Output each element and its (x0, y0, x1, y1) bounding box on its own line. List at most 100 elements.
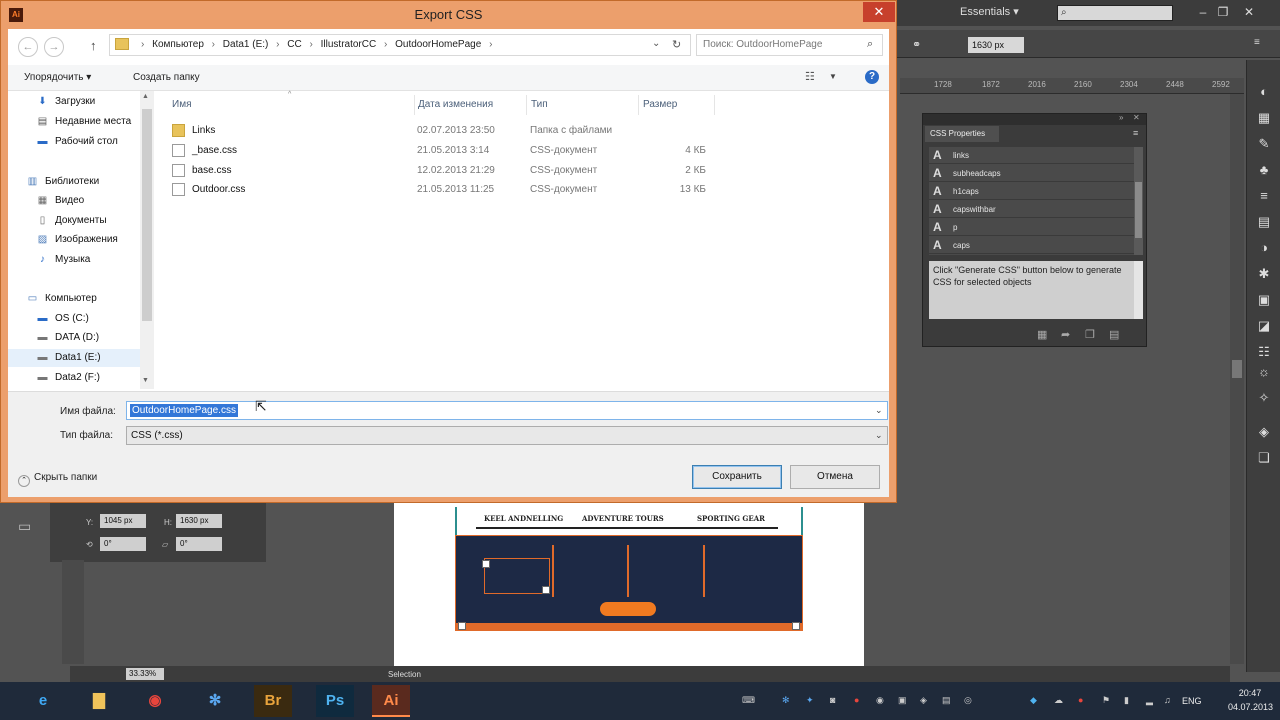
internet-explorer-icon[interactable]: e (24, 685, 62, 717)
search-input[interactable]: Поиск: OutdoorHomePage ⌕ (696, 34, 883, 56)
css-preview-scrollbar[interactable] (1134, 261, 1143, 319)
panel-header[interactable]: » ✕ (923, 113, 1146, 125)
sidebar-item-computer[interactable]: ▭ Компьютер (8, 290, 154, 308)
snowflake-app-icon[interactable]: ✻ (196, 685, 234, 717)
width-field[interactable]: 1630 px (968, 37, 1024, 53)
pathfinder-icon[interactable]: ◪ (1256, 318, 1272, 334)
canvas-scroll-thumb[interactable] (1232, 360, 1242, 378)
copy-icon[interactable]: ❐ (1085, 328, 1095, 341)
chrome-icon[interactable]: ◉ (136, 685, 174, 717)
bridge-icon[interactable]: Br (254, 685, 292, 717)
filename-input[interactable]: OutdoorHomePage.css ⌄ (126, 401, 888, 420)
forward-icon[interactable]: → (44, 37, 64, 57)
clock-date[interactable]: 04.07.2013 (1228, 702, 1273, 712)
graphic-styles-icon[interactable]: ▣ (1256, 292, 1272, 308)
export-icon[interactable]: ➦ (1061, 328, 1070, 341)
file-row[interactable]: base.css 12.02.2013 21:29 CSS-документ 2… (172, 161, 732, 180)
back-icon[interactable]: ← (18, 37, 38, 57)
y-field[interactable]: 1045 px (100, 514, 146, 528)
sidebar-item-documents[interactable]: ▯ Документы (8, 212, 154, 230)
help-icon[interactable]: ? (865, 70, 879, 84)
panel-menu-icon[interactable]: ≡ (1254, 37, 1260, 48)
css-style-item[interactable]: Ah1caps (929, 183, 1134, 200)
breadcrumb-separator[interactable]: › (271, 39, 284, 50)
file-row[interactable]: Outdoor.css 21.05.2013 11:25 CSS-докумен… (172, 180, 732, 199)
dropbox-icon[interactable]: ◆ (1030, 695, 1037, 706)
tray-app-icon[interactable]: ◎ (964, 695, 972, 706)
symbols-icon[interactable]: ♣ (1256, 162, 1272, 178)
link-icon[interactable]: ⚭ (912, 38, 921, 51)
chevron-down-icon[interactable]: ▼ (829, 72, 837, 81)
keyboard-icon[interactable]: ⌨ (742, 695, 755, 706)
search-icon[interactable]: ⌕ (867, 38, 873, 51)
workspace-switcher[interactable]: Essentials ▾ (960, 5, 1019, 18)
generate-css-icon[interactable]: ▦ (1037, 328, 1047, 341)
sidebar-item-drive-e[interactable]: ▬ Data1 (E:) (8, 349, 154, 367)
column-divider[interactable] (526, 95, 527, 115)
selection-handle[interactable] (482, 560, 490, 568)
sidebar-item-video[interactable]: ▦ Видео (8, 192, 154, 210)
breadcrumb-item[interactable]: Компьютер (152, 39, 204, 50)
flag-icon[interactable]: ⚑ (1102, 695, 1110, 706)
shear-field[interactable]: 0° (176, 537, 222, 551)
navigation-scroll-thumb[interactable] (142, 109, 152, 321)
breadcrumb-item[interactable]: IllustratorCC (321, 39, 377, 50)
color-icon[interactable]: ◐ (1256, 84, 1272, 100)
transparency-icon[interactable]: ◑ (1256, 240, 1272, 256)
collapse-icon[interactable]: » (1119, 113, 1123, 122)
close-icon[interactable]: ✕ (1133, 113, 1140, 122)
breadcrumb-item[interactable]: CC (287, 39, 301, 50)
address-bar[interactable]: › Компьютер › Data1 (E:) › CC › Illustra… (109, 34, 691, 56)
breadcrumb-item[interactable]: Data1 (E:) (223, 39, 269, 50)
tray-app-icon[interactable]: ● (1078, 695, 1083, 705)
sidebar-item-recent-places[interactable]: ▤ Недавние места (8, 113, 154, 131)
breadcrumb-item[interactable]: OutdoorHomePage (395, 39, 481, 50)
css-style-item[interactable]: Acapswithbar (929, 201, 1134, 218)
hide-folders-toggle[interactable]: ⌃ Скрыть папки (18, 472, 97, 487)
power-icon[interactable]: ▮ (1124, 695, 1129, 706)
breadcrumb-separator[interactable]: › (484, 39, 497, 50)
refresh-icon[interactable]: ↻ (672, 38, 681, 51)
selection-handle[interactable] (542, 586, 550, 594)
tray-app-icon[interactable]: ◉ (876, 695, 884, 706)
input-language[interactable]: ENG (1182, 696, 1202, 706)
column-header-date[interactable]: Дата изменения (418, 99, 493, 110)
sidebar-item-music[interactable]: ♪ Музыка (8, 251, 154, 269)
close-icon[interactable]: ✕ (863, 2, 895, 22)
file-row[interactable]: Links 02.07.2013 23:50 Папка с файлами (172, 121, 732, 140)
tray-app-icon[interactable]: ◈ (920, 695, 927, 706)
filename-value[interactable]: OutdoorHomePage.css (130, 404, 238, 417)
minimize-icon[interactable]: – (1194, 4, 1212, 20)
sidebar-item-pictures[interactable]: ▨ Изображения (8, 231, 154, 249)
current-tool-status[interactable]: Selection (388, 670, 421, 679)
rotate-field[interactable]: 0° (100, 537, 146, 551)
column-header-type[interactable]: Тип (531, 99, 548, 110)
canvas-vertical-scrollbar[interactable] (1230, 94, 1244, 664)
filetype-select[interactable]: CSS (*.css) ⌄ (126, 426, 888, 445)
column-header-size[interactable]: Размер (643, 99, 677, 110)
zoom-level-field[interactable]: 33.33% (126, 668, 164, 680)
css-list-scroll-thumb[interactable] (1135, 182, 1142, 238)
tray-app-icon[interactable]: ◙ (830, 695, 835, 705)
sidebar-item-downloads[interactable]: ⬇ Загрузки (8, 93, 154, 111)
selected-object-box[interactable] (484, 558, 550, 594)
tray-app-icon[interactable]: ▤ (942, 695, 951, 706)
chevron-down-icon[interactable]: ⌄ (652, 38, 660, 49)
tray-app-icon[interactable]: ☁ (1054, 695, 1063, 706)
chevron-down-icon[interactable]: ▼ (142, 377, 149, 384)
artboard-tool-icon[interactable]: ▭ (18, 518, 31, 535)
css-properties-tab[interactable]: CSS Properties (925, 126, 999, 142)
column-header-name[interactable]: Имя (172, 99, 191, 110)
css-style-item[interactable]: Alinks (929, 147, 1134, 164)
selection-handle[interactable] (792, 622, 800, 630)
column-divider[interactable] (414, 95, 415, 115)
breadcrumb-separator[interactable]: › (207, 39, 220, 50)
file-row[interactable]: _base.css 21.05.2013 3:14 CSS-документ 4… (172, 141, 732, 160)
column-divider[interactable] (638, 95, 639, 115)
artboards-icon[interactable]: ❏ (1256, 450, 1272, 466)
column-divider[interactable] (714, 95, 715, 115)
brushes-icon[interactable]: ✎ (1256, 136, 1272, 152)
stroke-icon[interactable]: ≡ (1256, 188, 1272, 204)
chevron-down-icon[interactable]: ⌄ (875, 430, 883, 441)
tray-app-icon[interactable]: ▣ (898, 695, 907, 706)
